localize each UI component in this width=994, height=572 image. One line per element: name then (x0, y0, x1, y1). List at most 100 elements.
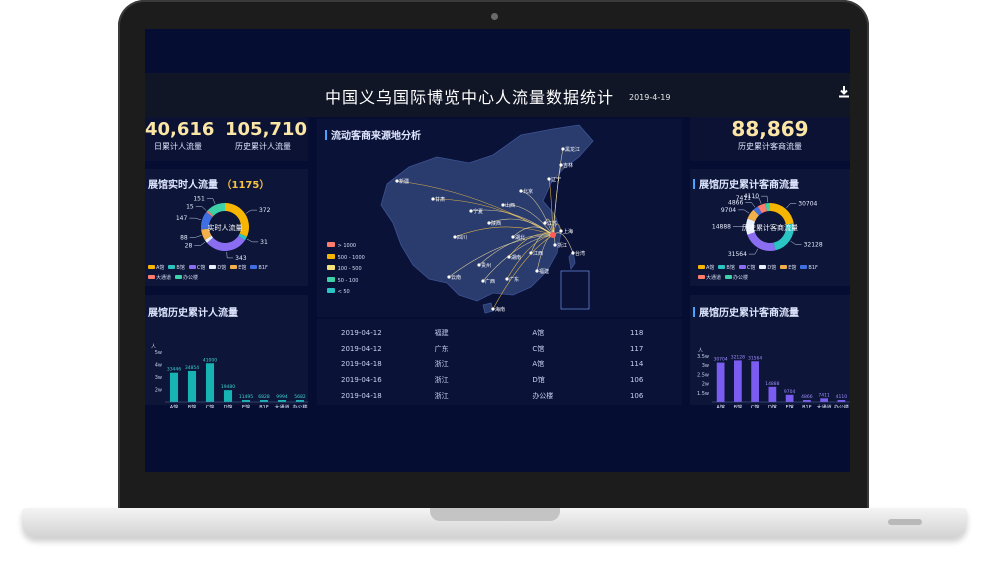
legend-item[interactable]: B馆 (168, 264, 185, 271)
city-label: 陕西 (491, 220, 501, 227)
donut-leader-line (761, 195, 768, 203)
map-legend-item[interactable]: < 50 (327, 288, 365, 300)
bar[interactable] (187, 370, 197, 402)
legend-swatch (698, 275, 705, 279)
table-row[interactable]: 2019-04-18 浙江 办公楼 106 (323, 388, 669, 404)
legend-swatch (250, 265, 258, 269)
legend-label: B1F (258, 265, 268, 271)
bar[interactable] (241, 400, 251, 402)
legend-item[interactable]: A馆 (148, 264, 164, 271)
legend-item[interactable]: 办公楼 (725, 274, 748, 281)
table-row[interactable]: 2019-04-18 浙江 A馆 114 (323, 356, 669, 372)
legend-swatch (725, 275, 733, 279)
donut-value-label: 372 (259, 207, 271, 214)
page-title: 中国义乌国际博览中心人流量数据统计 (325, 88, 615, 107)
bar[interactable] (837, 400, 846, 402)
donut-value-label: 88 (180, 234, 188, 241)
legend-item[interactable]: C馆 (188, 264, 205, 271)
kpi-history-label: 历史累计人流量 (235, 142, 291, 151)
bar-value-label: 41000 (203, 357, 217, 363)
legend-item[interactable]: 大通道 (698, 274, 721, 281)
bar[interactable] (716, 362, 725, 402)
city-label: 贵州 (481, 262, 491, 269)
legend-item[interactable]: 办公楼 (175, 274, 198, 281)
realtime-legend: A馆 B馆 C馆 D馆 E馆 B1F 大通道 办公楼 (148, 264, 308, 281)
legend-item[interactable]: D馆 (209, 264, 226, 271)
legend-item[interactable]: C馆 (738, 264, 756, 271)
bar-value-label: 19480 (221, 384, 235, 390)
donut-leader-line (246, 238, 259, 243)
legend-item[interactable]: B1F (250, 265, 268, 271)
donut-slice (207, 235, 246, 251)
bar-value-label: 32128 (731, 354, 745, 360)
legend-item[interactable]: A馆 (698, 264, 714, 271)
bar[interactable] (277, 400, 287, 402)
y-tick-label: 2w (155, 388, 162, 394)
bar[interactable] (223, 390, 233, 402)
bar[interactable] (751, 361, 760, 402)
table-row[interactable]: 2019-04-12 福建 A馆 118 (323, 325, 669, 341)
map-legend-label: 50 - 100 (336, 277, 359, 284)
bar[interactable] (768, 386, 777, 402)
map-legend-item[interactable]: 500 - 1000 (327, 253, 365, 266)
table-row[interactable]: 2019-04-16 浙江 D馆 106 (323, 372, 669, 388)
legend-swatch (698, 265, 705, 269)
donut-value-label: 31 (260, 239, 268, 246)
table-cell: 浙江 (434, 360, 449, 369)
donut-leader-line (786, 203, 797, 209)
legend-item[interactable]: E馆 (230, 264, 246, 271)
legend-label: C馆 (746, 265, 756, 271)
table-cell: 106 (629, 375, 644, 384)
table-cell: D馆 (532, 375, 545, 384)
header-bar: 中国义乌国际博览中心人流量数据统计 2019-4-19 (145, 73, 850, 117)
merchant-donut-chart: 307043212831564148889704486674114110历史累计… (712, 193, 823, 258)
bar[interactable] (785, 394, 794, 402)
y-tick-label: 3.5w (697, 354, 709, 360)
table-cell: C馆 (532, 344, 545, 353)
legend-swatch (175, 275, 183, 279)
legend-item[interactable]: D馆 (759, 264, 776, 271)
bar[interactable] (205, 363, 215, 402)
city-label: 江苏 (547, 220, 557, 227)
y-tick-label: 2.5w (697, 372, 709, 378)
x-tick-label: 大通道 (274, 404, 289, 408)
bar[interactable] (802, 400, 811, 402)
legend-item[interactable]: 大通道 (148, 274, 171, 281)
merchant-legend-row1: A馆 B馆 C馆 D馆 E馆 B1F (698, 264, 850, 271)
x-tick-label: D馆 (768, 404, 777, 408)
city-label: 广东 (509, 276, 519, 283)
city-label: 广西 (485, 278, 495, 285)
kpi-merchant-history: 88,869 历史累计客商流量 (720, 117, 820, 153)
kpi-merchant-label: 历史累计客商流量 (738, 142, 802, 151)
download-icon[interactable] (837, 85, 850, 99)
map-legend-label: < 50 (336, 289, 350, 295)
laptop-base (22, 508, 967, 538)
legend-label: B馆 (726, 265, 735, 271)
legend-item[interactable]: B馆 (718, 264, 735, 271)
donut-value-label: 28 (185, 243, 193, 250)
table-cell: 114 (629, 360, 644, 369)
donut-leader-line (745, 202, 756, 208)
map-legend-item[interactable]: 50 - 100 (327, 276, 365, 289)
bar[interactable] (820, 398, 829, 402)
bar[interactable] (259, 400, 269, 402)
legend-label: E馆 (788, 265, 797, 271)
realtime-legend-row1: A馆 B馆 C馆 D馆 E馆 B1F (148, 264, 308, 271)
bar[interactable] (169, 372, 179, 402)
map-legend-item[interactable]: 100 - 500 (327, 265, 365, 277)
legend-item[interactable]: B1F (800, 265, 818, 271)
table-cell: 浙江 (434, 391, 449, 400)
legend-item[interactable]: E馆 (780, 264, 796, 271)
map-legend-item[interactable]: > 1000 (327, 242, 365, 254)
donut-slice (770, 203, 794, 225)
map-legend: > 1000 500 - 1000 100 - 500 50 - 100 < 5… (327, 242, 365, 300)
bar[interactable] (733, 360, 742, 402)
kpi-history-total: 105,710 历史累计人流量 (225, 119, 307, 153)
table-row[interactable]: 2019-04-12 广东 C馆 117 (323, 341, 669, 357)
legend-swatch (148, 275, 155, 279)
base-indicator (888, 519, 922, 525)
merchant-legend: A馆 B馆 C馆 D馆 E馆 B1F 大通道 办公楼 (698, 264, 850, 281)
camera-dot (491, 13, 498, 20)
x-tick-label: A馆 (716, 404, 724, 408)
bar[interactable] (295, 400, 305, 402)
